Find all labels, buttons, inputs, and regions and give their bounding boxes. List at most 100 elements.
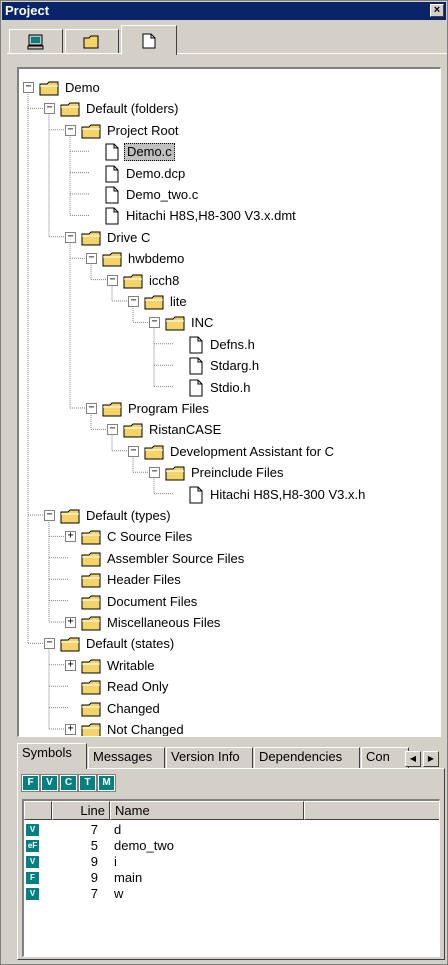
folder-icon	[144, 445, 164, 460]
symbol-name: main	[114, 870, 143, 885]
collapse-icon[interactable]: −	[149, 467, 160, 479]
tab-scroll-left-icon[interactable]: ◀	[405, 751, 421, 767]
table-row[interactable]: V 7 d	[24, 822, 439, 838]
folder-icon	[102, 402, 122, 417]
filter-m-button[interactable]: M	[97, 774, 116, 792]
close-button[interactable]: ×	[430, 4, 444, 17]
symbol-name: i	[114, 854, 117, 869]
collapse-icon[interactable]: −	[44, 510, 55, 521]
folder-icon	[81, 595, 101, 610]
tree-node-label: Demo	[65, 80, 100, 95]
collapse-icon[interactable]: −	[149, 317, 160, 329]
expand-icon[interactable]: +	[65, 724, 76, 735]
file-icon	[105, 143, 119, 161]
tree-node-label: Demo.dcp	[126, 165, 186, 181]
symbol-line: 5	[90, 838, 98, 853]
table-row[interactable]: eF 5 demo_two	[24, 838, 439, 854]
tab-symbols[interactable]: Symbols	[17, 743, 87, 769]
collapse-icon[interactable]: −	[107, 424, 118, 436]
file-icon	[142, 33, 156, 48]
folder-icon	[83, 35, 99, 48]
filter-t-button[interactable]: T	[78, 774, 97, 792]
tree-node-label: Demo_two.c	[126, 187, 199, 202]
folder-icon	[81, 680, 101, 695]
collapse-icon[interactable]: −	[65, 124, 76, 136]
collapse-icon[interactable]: −	[86, 253, 97, 265]
tree-node-label: lite	[170, 294, 187, 309]
tab-messages[interactable]: Messages	[88, 747, 165, 769]
folder-icon	[39, 81, 59, 96]
file-icon	[105, 165, 119, 183]
symbol-type-icon: V	[26, 888, 39, 900]
tab-scroll-right-icon[interactable]: ▶	[423, 751, 439, 767]
project-tree[interactable]: − Demo − Default (folders) − Project Root Demo…	[17, 67, 441, 737]
collapse-icon[interactable]: −	[128, 445, 139, 457]
folder-icon	[81, 231, 101, 246]
file-icon	[105, 186, 119, 204]
header-icon-col[interactable]	[24, 801, 52, 820]
tree-node-label: Defns.h	[210, 336, 255, 352]
tree-node-label: Program Files	[128, 401, 209, 416]
tab-files[interactable]	[121, 25, 177, 55]
filter-v-button[interactable]: V	[40, 774, 59, 792]
tab-con[interactable]: Con	[361, 747, 409, 769]
symbols-tab-body: FVCTM Line Name V 7 d eF 5 demo_two V 9 i F 9 main V…	[17, 768, 445, 960]
view-tabs	[9, 25, 445, 55]
tab-dependencies[interactable]: Dependencies	[254, 747, 360, 769]
tree-node-label: Miscellaneous Files	[107, 615, 221, 630]
symbol-line: 7	[90, 822, 98, 837]
symbol-name: demo_two	[114, 838, 174, 853]
tree-node-label: Demo.c	[124, 143, 175, 162]
tab-version-info[interactable]: Version Info	[166, 747, 253, 769]
symbol-type-icon: eF	[26, 840, 39, 852]
tree-node-label: C Source Files	[107, 529, 193, 545]
tab-computer[interactable]	[9, 29, 63, 53]
table-row[interactable]: F 9 main	[24, 870, 439, 886]
expand-icon[interactable]: +	[65, 659, 76, 671]
project-window: Project × − Demo − Default (folders) − Projec…	[0, 0, 448, 965]
symbol-type-icon: V	[26, 824, 39, 836]
tab-folders[interactable]	[65, 29, 119, 53]
folder-icon	[123, 423, 143, 438]
tree-node-label: Drive C	[107, 229, 151, 245]
tree-node-label: Changed	[107, 700, 160, 716]
table-row[interactable]: V 7 w	[24, 886, 439, 902]
folder-icon	[123, 274, 143, 289]
collapse-icon[interactable]: −	[86, 403, 97, 414]
tree-node-label: Default (folders)	[86, 101, 179, 117]
folder-icon	[81, 659, 101, 674]
collapse-icon[interactable]: −	[44, 103, 55, 115]
tree-node-label: Development Assistant for C	[170, 443, 335, 459]
computer-icon	[27, 34, 44, 49]
symbols-list[interactable]: Line Name V 7 d eF 5 demo_two V 9 i F 9 main V 7 w	[22, 799, 440, 957]
tree-node-label: Stdio.h	[210, 379, 251, 395]
folder-icon	[81, 702, 101, 717]
collapse-icon[interactable]: −	[65, 231, 76, 243]
table-row[interactable]: V 9 i	[24, 854, 439, 870]
collapse-icon[interactable]: −	[44, 638, 55, 650]
title-bar[interactable]: Project ×	[2, 2, 446, 20]
expand-icon[interactable]: +	[65, 531, 76, 543]
folder-icon	[60, 509, 80, 524]
collapse-icon[interactable]: −	[128, 296, 139, 307]
tree-node-label: Header Files	[107, 572, 181, 588]
filter-f-button[interactable]: F	[21, 774, 40, 792]
symbol-line: 7	[90, 886, 98, 901]
header-line[interactable]: Line	[52, 801, 110, 820]
header-extra[interactable]	[304, 801, 439, 820]
expand-icon[interactable]: +	[65, 617, 76, 628]
folder-icon	[81, 552, 101, 567]
folder-icon	[60, 102, 80, 117]
header-name[interactable]: Name	[110, 801, 304, 820]
symbol-line: 9	[90, 870, 98, 885]
tree-node-label: Hitachi H8S,H8-300 V3.x.h	[210, 486, 366, 502]
collapse-icon[interactable]: −	[23, 82, 34, 93]
tree-node-label: Project Root	[107, 122, 179, 138]
symbols-header: Line Name	[24, 801, 439, 820]
folder-icon	[81, 573, 101, 588]
collapse-icon[interactable]: −	[107, 274, 118, 286]
tree-node-label: hwbdemo	[128, 251, 185, 267]
filter-c-button[interactable]: C	[59, 774, 78, 792]
symbol-line: 9	[90, 854, 98, 869]
file-icon	[189, 336, 203, 354]
